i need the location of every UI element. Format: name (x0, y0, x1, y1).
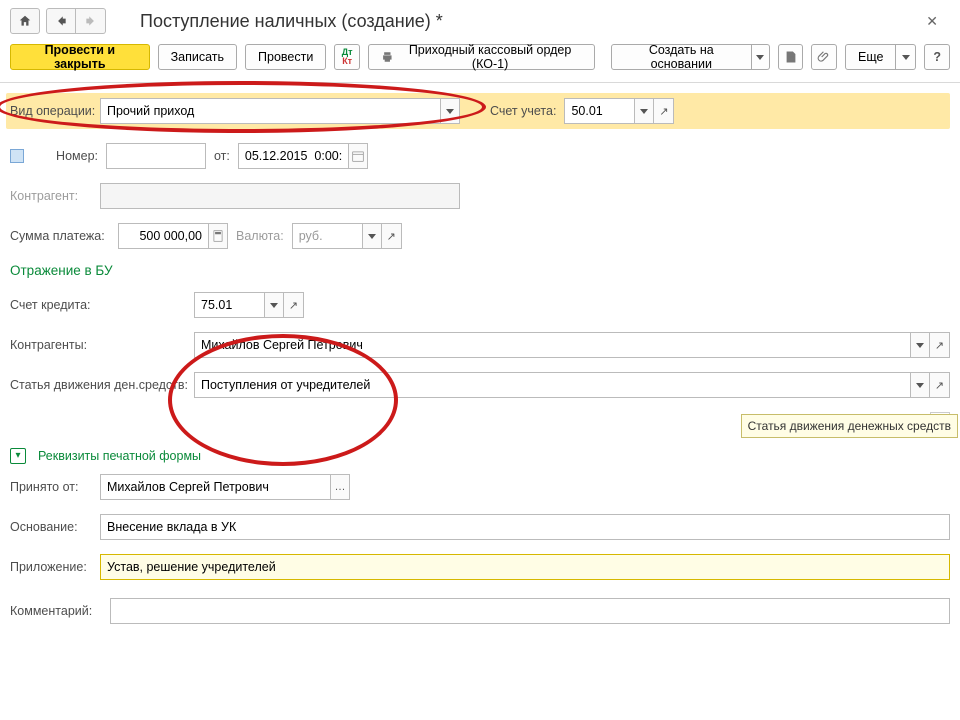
open-ref-button[interactable]: ↗ (284, 292, 304, 318)
open-ref-button[interactable]: ↗ (654, 98, 674, 124)
page-title: Поступление наличных (создание) * (140, 11, 443, 32)
report-button[interactable] (778, 44, 804, 70)
calendar-icon (351, 149, 365, 163)
dropdown-toggle[interactable] (634, 98, 654, 124)
account-input[interactable] (564, 98, 634, 124)
nav-back-button[interactable] (46, 8, 76, 34)
more-button[interactable]: Еще (845, 44, 916, 70)
dropdown-toggle[interactable] (264, 292, 284, 318)
nav-forward-button[interactable] (76, 8, 106, 34)
chevron-down-icon (756, 55, 764, 60)
dropdown-toggle[interactable] (910, 372, 930, 398)
chevron-down-icon (902, 55, 910, 60)
number-label: Номер: (36, 149, 98, 163)
arrow-right-icon (84, 14, 98, 28)
credit-account-label: Счет кредита: (10, 298, 186, 312)
counterparties-input[interactable] (194, 332, 910, 358)
cashflow-article-input[interactable] (194, 372, 910, 398)
dropdown-toggle[interactable] (440, 98, 460, 124)
open-ref-button[interactable]: ↗ (382, 223, 402, 249)
chevron-down-icon (270, 303, 278, 308)
attachment-label: Приложение: (10, 560, 92, 574)
comment-input[interactable] (110, 598, 950, 624)
post-button[interactable]: Провести (245, 44, 326, 70)
cashflow-tooltip: Статья движения денежных средств (741, 414, 958, 438)
counterparty-input[interactable] (100, 183, 460, 209)
print-section-toggle[interactable]: ▾ (10, 448, 26, 464)
open-ref-button[interactable]: ↗ (930, 332, 950, 358)
dtkt-icon: ДтКт (342, 48, 353, 66)
comment-label: Комментарий: (10, 604, 102, 618)
bu-section-title: Отражение в БУ (10, 263, 950, 278)
date-input[interactable] (238, 143, 348, 169)
home-button[interactable] (10, 8, 40, 34)
dropdown-toggle[interactable] (362, 223, 382, 249)
calendar-button[interactable] (348, 143, 368, 169)
paperclip-icon (817, 50, 831, 64)
calculator-icon (211, 229, 225, 243)
dropdown-toggle[interactable] (910, 332, 930, 358)
close-button[interactable]: ✕ (926, 13, 938, 30)
chevron-down-icon (640, 109, 648, 114)
post-and-close-button[interactable]: Провести и закрыть (10, 44, 150, 70)
dtkt-button[interactable]: ДтКт (334, 44, 360, 70)
counterparty-label: Контрагент: (10, 189, 92, 203)
create-based-on-button[interactable]: Создать на основании (611, 44, 770, 70)
currency-label: Валюта: (236, 229, 284, 243)
received-from-label: Принято от: (10, 480, 92, 494)
print-ko1-button[interactable]: Приходный кассовый ордер (КО-1) (368, 44, 595, 70)
basis-input[interactable] (100, 514, 950, 540)
payment-sum-label: Сумма платежа: (10, 229, 110, 243)
received-from-input[interactable] (100, 474, 330, 500)
chevron-down-icon (368, 234, 376, 239)
counterparties-label: Контрагенты: (10, 338, 186, 352)
account-label: Счет учета: (490, 104, 556, 118)
number-input[interactable] (106, 143, 206, 169)
write-button[interactable]: Записать (158, 44, 237, 70)
credit-account-input[interactable] (194, 292, 264, 318)
chevron-down-icon (916, 343, 924, 348)
operation-type-label: Вид операции: (10, 104, 92, 118)
date-from-label: от: (214, 149, 230, 163)
payment-sum-input[interactable] (118, 223, 208, 249)
open-ref-button[interactable]: ↗ (930, 372, 950, 398)
chevron-down-icon (446, 109, 454, 114)
chevron-down-icon (916, 383, 924, 388)
attach-button[interactable] (811, 44, 837, 70)
ellipsis-button[interactable]: … (330, 474, 350, 500)
basis-label: Основание: (10, 520, 92, 534)
print-section-title: Реквизиты печатной формы (38, 449, 201, 463)
printer-icon (381, 50, 394, 64)
operation-type-select[interactable] (100, 98, 440, 124)
calculator-button[interactable] (208, 223, 228, 249)
currency-input[interactable] (292, 223, 362, 249)
attachment-input[interactable] (100, 554, 950, 580)
home-icon (18, 14, 32, 28)
help-button[interactable]: ? (924, 44, 950, 70)
cashflow-article-label: Статья движения ден.средств: (10, 378, 186, 392)
arrow-left-icon (54, 14, 68, 28)
line-marker-icon (10, 149, 24, 163)
document-icon (784, 50, 798, 64)
